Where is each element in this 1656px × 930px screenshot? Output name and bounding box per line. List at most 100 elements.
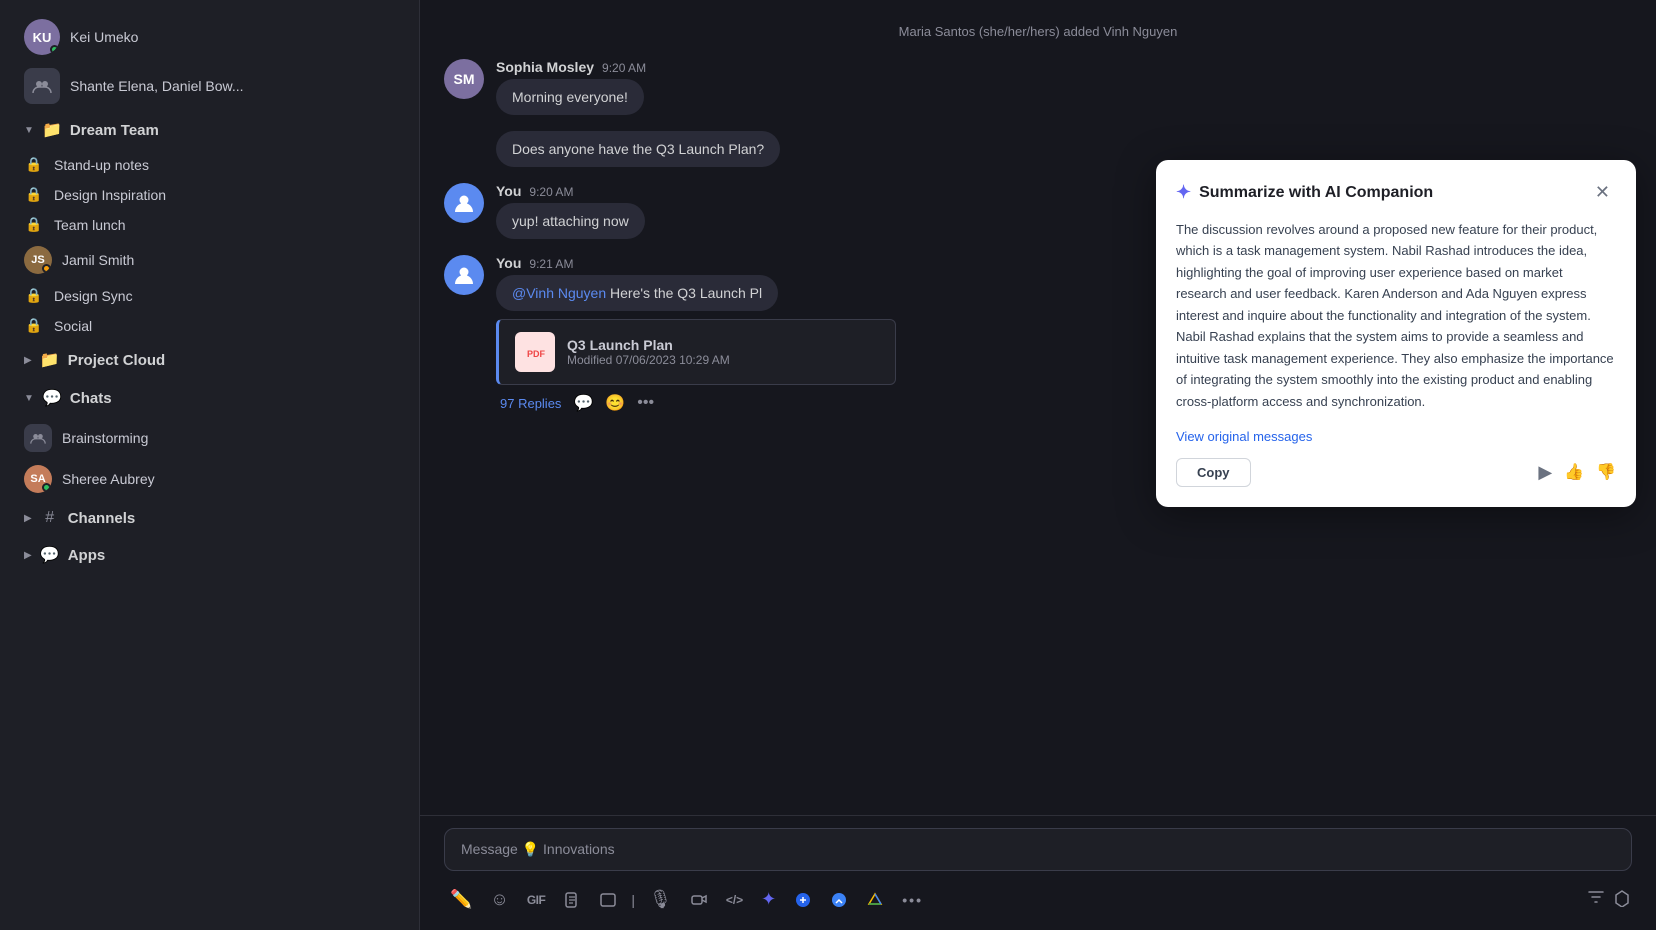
toolbar-emoji-btn[interactable]: ☺	[484, 885, 514, 914]
sidebar-section-project-cloud[interactable]: ▶ 📁 Project Cloud	[8, 342, 411, 378]
sidebar-item-stand-up[interactable]: 🔒 Stand-up notes	[8, 150, 411, 179]
toolbar-expand-icon[interactable]	[1612, 887, 1632, 912]
sidebar-section-chats[interactable]: ▼ 💬 Chats	[8, 380, 411, 416]
toolbar-mic-btn[interactable]: 🎙	[643, 885, 678, 914]
chats-items: Brainstorming SA Sheree Aubrey	[0, 417, 419, 500]
message-bubble-sophia: Morning everyone!	[496, 79, 644, 115]
sidebar-item-kei-umeko[interactable]: KU Kei Umeko	[8, 13, 411, 61]
ai-star-icon: ✦	[1176, 182, 1191, 203]
chevron-icon-chats: ▼	[24, 393, 34, 404]
toolbar-file-btn[interactable]	[557, 887, 587, 913]
sidebar-item-design-sync[interactable]: 🔒 Design Sync	[8, 281, 411, 310]
online-indicator-sheree	[42, 483, 51, 492]
emoji-reaction-icon[interactable]: 😊	[605, 393, 625, 413]
file-meta-q3: Modified 07/06/2023 10:29 AM	[567, 353, 730, 367]
sidebar-section-label-dream-team: Dream Team	[70, 122, 159, 139]
folder-icon-dream-team: 📁	[42, 120, 62, 140]
ai-footer: Copy ▶ 👍 👎	[1176, 458, 1616, 487]
ai-next-button[interactable]: ▶	[1538, 462, 1552, 483]
toolbar-edit-btn[interactable]: ✏️	[444, 885, 478, 914]
lock-icon-stand-up: 🔒	[24, 156, 44, 173]
sidebar-section-label-channels: Channels	[68, 510, 136, 527]
toolbar-code-btn[interactable]: </>	[720, 889, 749, 911]
toolbar: ✏️ ☺ GIF | 🎙 </> ✦	[444, 881, 1632, 918]
file-attachment-q3[interactable]: PDF Q3 Launch Plan Modified 07/06/2023 1…	[496, 319, 896, 385]
apps-icon: 💬	[40, 545, 60, 565]
file-icon-pdf: PDF	[515, 332, 555, 372]
sidebar-label-sheree: Sheree Aubrey	[62, 471, 155, 487]
sidebar-item-sheree-aubrey[interactable]: SA Sheree Aubrey	[8, 459, 411, 499]
file-name-q3: Q3 Launch Plan	[567, 337, 730, 353]
message-input-box[interactable]: Message 💡 Innovations	[444, 828, 1632, 871]
avatar-sophia-mosley: SM	[444, 59, 484, 99]
group-icon-brainstorming	[24, 424, 52, 452]
toolbar-ai-btn[interactable]: ✦	[755, 885, 782, 914]
chevron-icon-channels: ▶	[24, 513, 32, 524]
toolbar-gif-btn[interactable]: GIF	[521, 889, 552, 911]
message-time-sophia: 9:20 AM	[602, 61, 646, 75]
svg-text:PDF: PDF	[527, 349, 546, 359]
dream-team-channels: 🔒 Stand-up notes 🔒 Design Inspiration 🔒 …	[0, 149, 419, 341]
sidebar-label-brainstorming: Brainstorming	[62, 430, 148, 446]
message-author-you1: You	[496, 183, 521, 199]
sidebar-item-brainstorming[interactable]: Brainstorming	[8, 418, 411, 458]
message-content-sophia: Sophia Mosley 9:20 AM Morning everyone!	[496, 59, 1632, 115]
ai-view-original-link[interactable]: View original messages	[1176, 429, 1312, 444]
ai-body-text: The discussion revolves around a propose…	[1176, 219, 1616, 412]
message-group-sophia: SM Sophia Mosley 9:20 AM Morning everyon…	[444, 59, 1632, 115]
sidebar-item-shante-group[interactable]: Shante Elena, Daniel Bow...	[8, 62, 411, 110]
lock-icon-design-inspiration: 🔒	[24, 186, 44, 203]
message-mention-you2: @Vinh Nguyen	[512, 285, 606, 301]
avatar-kei-umeko: KU	[24, 19, 60, 55]
sidebar-section-channels[interactable]: ▶ # Channels	[8, 501, 411, 535]
sidebar-section-apps[interactable]: ▶ 💬 Apps	[8, 537, 411, 573]
chevron-icon-project-cloud: ▶	[24, 355, 32, 366]
sidebar-section-dream-team[interactable]: ▼ 📁 Dream Team	[8, 112, 411, 148]
message-author-you2: You	[496, 255, 521, 271]
file-info-q3: Q3 Launch Plan Modified 07/06/2023 10:29…	[567, 337, 730, 367]
reply-icon[interactable]: 💬	[573, 393, 593, 413]
sidebar-label-design-inspiration: Design Inspiration	[54, 187, 166, 203]
group-icon-shante	[24, 68, 60, 104]
folder-icon-project-cloud: 📁	[40, 350, 60, 370]
ai-popup-title-text: Summarize with AI Companion	[1199, 184, 1433, 202]
avatar-sheree-aubrey: SA	[24, 465, 52, 493]
sidebar-label-team-lunch: Team lunch	[54, 217, 126, 233]
ai-copy-button[interactable]: Copy	[1176, 458, 1251, 487]
message-bubble-question: Does anyone have the Q3 Launch Plan?	[496, 131, 780, 167]
system-message: Maria Santos (she/her/hers) added Vinh N…	[444, 20, 1632, 43]
sidebar-section-label-chats: Chats	[70, 390, 112, 407]
sidebar-label-social: Social	[54, 318, 92, 334]
toolbar-drive-btn[interactable]	[860, 887, 890, 913]
toolbar-format-btn[interactable]	[593, 887, 623, 913]
toolbar-filter-icon[interactable]	[1586, 887, 1606, 912]
message-text-you2: Here's the Q3 Launch Pl	[610, 285, 762, 301]
ai-popup-title: ✦ Summarize with AI Companion	[1176, 182, 1433, 203]
sidebar-item-jamil-smith[interactable]: JS Jamil Smith	[8, 240, 411, 280]
lock-icon-design-sync: 🔒	[24, 287, 44, 304]
ai-popup-header: ✦ Summarize with AI Companion ✕	[1176, 180, 1616, 205]
ai-thumbup-icon[interactable]: 👍	[1564, 462, 1584, 482]
toolbar-more-btn[interactable]: •••	[896, 888, 929, 912]
message-bubble-you1: yup! attaching now	[496, 203, 645, 239]
sidebar-item-design-inspiration[interactable]: 🔒 Design Inspiration	[8, 180, 411, 209]
toolbar-settings-btn[interactable]	[824, 887, 854, 913]
ai-close-button[interactable]: ✕	[1589, 180, 1616, 205]
online-indicator	[50, 45, 59, 54]
sidebar-item-team-lunch[interactable]: 🔒 Team lunch	[8, 210, 411, 239]
toolbar-zoom-btn[interactable]	[788, 887, 818, 913]
sidebar-label-design-sync: Design Sync	[54, 288, 133, 304]
main-panel: Maria Santos (she/her/hers) added Vinh N…	[420, 0, 1656, 930]
sidebar-item-social[interactable]: 🔒 Social	[8, 311, 411, 340]
message-time-you1: 9:20 AM	[529, 185, 573, 199]
more-options-icon[interactable]: •••	[637, 394, 654, 412]
online-indicator-jamil	[42, 264, 51, 273]
toolbar-video-btn[interactable]	[684, 887, 714, 913]
message-author-sophia: Sophia Mosley	[496, 59, 594, 75]
sidebar-label-shante: Shante Elena, Daniel Bow...	[70, 78, 244, 94]
replies-count[interactable]: 97 Replies	[500, 396, 561, 411]
sidebar-label-stand-up: Stand-up notes	[54, 157, 149, 173]
chat-icon-chats: 💬	[42, 388, 62, 408]
avatar-jamil-smith: JS	[24, 246, 52, 274]
ai-thumbdown-icon[interactable]: 👎	[1596, 462, 1616, 482]
